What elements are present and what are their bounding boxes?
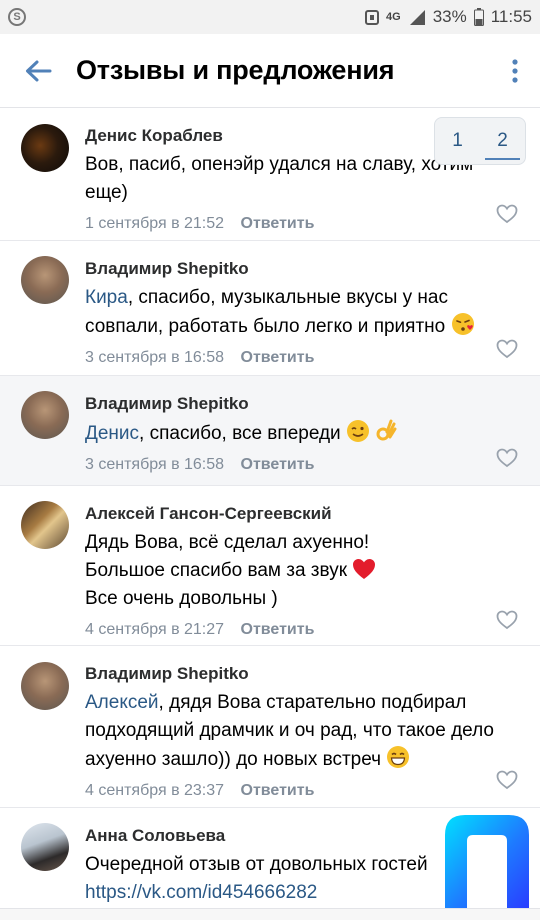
comment-date[interactable]: 4 сентября в 23:37 [85, 782, 224, 799]
comment-date[interactable]: 4 сентября в 21:27 [85, 621, 224, 638]
comment-author[interactable]: Владимир Shepitko [85, 258, 520, 280]
comment-meta: 4 сентября в 23:37 Ответить [85, 780, 520, 802]
comment-item: Владимир Shepitko Кира, спасибо, музыкал… [0, 241, 540, 376]
comment-text: Денис, спасибо, все впереди [85, 419, 520, 448]
app-header: Отзывы и предложения [0, 34, 540, 108]
comment-line: Все очень довольны ) [85, 588, 278, 609]
shazam-notification-icon: S [8, 8, 26, 26]
ok-hand-emoji-icon [376, 419, 397, 441]
page-1-button[interactable]: 1 [446, 130, 469, 152]
page-2-button[interactable]: 2 [485, 130, 520, 160]
mention-link[interactable]: Денис [85, 423, 139, 444]
comment-item: Алексей Гансон-Сергеевский Дядь Вова, вс… [0, 486, 540, 646]
status-icons: 4G 33% 11:55 [365, 7, 532, 27]
reply-button[interactable]: Ответить [241, 621, 315, 638]
battery-icon [473, 8, 484, 26]
page-title: Отзывы и предложения [76, 55, 395, 85]
comment-item: Владимир Shepitko Алексей, дядя Вова ста… [0, 646, 540, 808]
heart-icon[interactable] [496, 204, 518, 224]
signal-icon [408, 9, 426, 25]
reply-button[interactable]: Ответить [241, 456, 315, 473]
comment-item: Владимир Shepitko Денис, спасибо, все вп… [0, 376, 540, 486]
notification-icon [365, 9, 379, 25]
pagination: 1 2 [434, 117, 526, 165]
avatar[interactable] [21, 256, 69, 304]
comment-date[interactable]: 1 сентября в 21:52 [85, 215, 224, 232]
comment-text: Кира, спасибо, музыкальные вкусы у нас с… [85, 284, 520, 341]
comment-line: Большое спасибо вам за звук [85, 557, 520, 585]
mention-link[interactable]: Алексей [85, 692, 159, 713]
heart-icon[interactable] [496, 448, 518, 468]
back-button[interactable] [0, 34, 76, 108]
comment-meta: 4 сентября в 21:27 Ответить [85, 619, 520, 641]
comment-line-text: Большое спасибо вам за звук [85, 560, 348, 581]
arrow-left-icon [26, 60, 52, 81]
heart-icon[interactable] [496, 770, 518, 790]
comment-line: Дядь Вова, всё сделал ахуенно! [85, 532, 370, 553]
avatar[interactable] [21, 391, 69, 439]
grinning-emoji-icon [387, 746, 410, 768]
status-bar: S 4G 33% 11:55 [0, 0, 540, 34]
comment-text: Дядь Вова, всё сделал ахуенно! Большое с… [85, 529, 520, 613]
comment-author[interactable]: Владимир Shepitko [85, 663, 520, 685]
comment-meta: 3 сентября в 16:58 Ответить [85, 347, 520, 369]
reply-button[interactable]: Ответить [241, 215, 315, 232]
avatar[interactable] [21, 501, 69, 549]
wink-emoji-icon [346, 420, 369, 442]
reply-button[interactable]: Ответить [241, 349, 315, 366]
more-vertical-icon [512, 58, 518, 83]
battery-percent: 33% [432, 7, 467, 26]
comment-text-body: , спасибо, все впереди [139, 423, 341, 444]
heart-icon[interactable] [496, 339, 518, 359]
mention-link[interactable]: Кира [85, 287, 128, 308]
avatar[interactable] [21, 124, 69, 172]
brand-logo-icon [445, 815, 529, 909]
red-heart-emoji-icon [353, 559, 376, 579]
comment-meta: 3 сентября в 16:58 Ответить [85, 454, 520, 476]
more-menu-button[interactable] [490, 34, 540, 108]
kiss-emoji-icon [451, 313, 474, 335]
reply-button[interactable]: Ответить [241, 782, 315, 799]
comment-text: Алексей, дядя Вова старательно подбирал … [85, 689, 520, 774]
avatar[interactable] [21, 662, 69, 710]
comment-author[interactable]: Владимир Shepitko [85, 393, 520, 415]
comment-date[interactable]: 3 сентября в 16:58 [85, 349, 224, 366]
bottom-nav-bar [0, 908, 540, 920]
comment-text-body: , спасибо, музыкальные вкусы у нас совпа… [85, 287, 448, 337]
network-type: 4G [386, 11, 401, 23]
comment-meta: 1 сентября в 21:52 Ответить [85, 213, 520, 235]
heart-icon[interactable] [496, 610, 518, 630]
comment-date[interactable]: 3 сентября в 16:58 [85, 456, 224, 473]
avatar[interactable] [21, 823, 69, 871]
comment-author[interactable]: Алексей Гансон-Сергеевский [85, 503, 520, 525]
clock: 11:55 [490, 7, 532, 26]
